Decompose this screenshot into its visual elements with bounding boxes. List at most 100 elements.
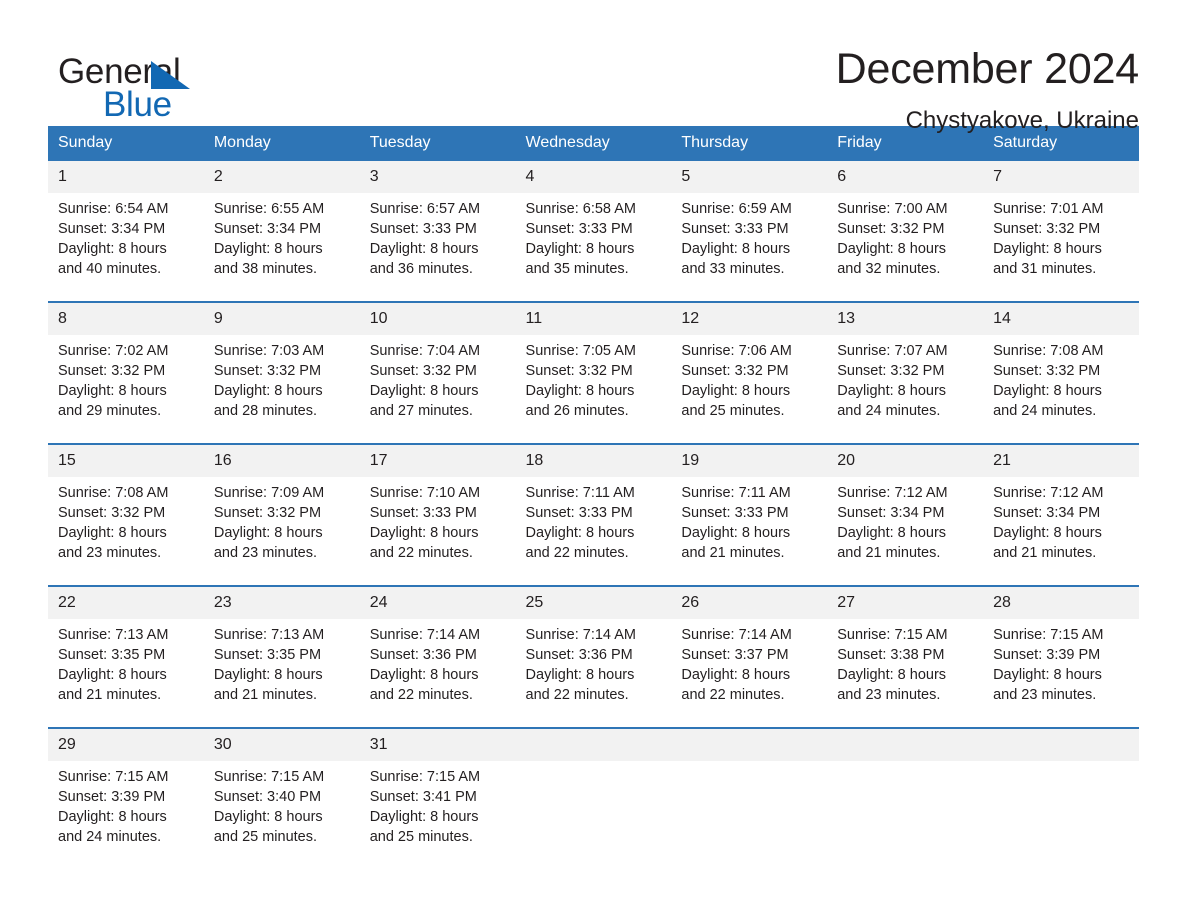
day-details: Sunrise: 7:13 AM Sunset: 3:35 PM Dayligh… bbox=[48, 619, 204, 715]
sunrise-text: Sunrise: 7:00 AM bbox=[837, 201, 948, 217]
weekday-header-sunday: Sunday bbox=[48, 126, 204, 161]
day-details bbox=[983, 761, 1139, 777]
day-cell[interactable]: 1 Sunrise: 6:54 AM Sunset: 3:34 PM Dayli… bbox=[48, 161, 204, 289]
daylight-text-line2: and 25 minutes. bbox=[369, 829, 473, 845]
daylight-text-line2: and 24 minutes. bbox=[837, 403, 941, 419]
daylight-text-line2: and 31 minutes. bbox=[993, 261, 1097, 277]
day-number: 3 bbox=[359, 161, 516, 193]
day-cell[interactable]: 19 Sunrise: 7:11 AM Sunset: 3:33 PM Dayl… bbox=[671, 443, 828, 573]
day-number: 24 bbox=[359, 587, 516, 619]
day-details bbox=[671, 761, 827, 777]
day-cell[interactable]: 16 Sunrise: 7:09 AM Sunset: 3:32 PM Dayl… bbox=[203, 443, 360, 573]
sunrise-text: Sunrise: 7:13 AM bbox=[58, 627, 169, 643]
day-cell[interactable]: 28 Sunrise: 7:15 AM Sunset: 3:39 PM Dayl… bbox=[983, 585, 1139, 715]
day-number: 4 bbox=[515, 161, 672, 193]
daylight-text-line2: and 22 minutes. bbox=[369, 545, 473, 561]
sunrise-text: Sunrise: 7:11 AM bbox=[525, 485, 635, 501]
day-details: Sunrise: 6:58 AM Sunset: 3:33 PM Dayligh… bbox=[516, 193, 672, 289]
day-cell[interactable]: 25 Sunrise: 7:14 AM Sunset: 3:36 PM Dayl… bbox=[515, 585, 672, 715]
day-cell[interactable]: 2 Sunrise: 6:55 AM Sunset: 3:34 PM Dayli… bbox=[203, 161, 360, 289]
sunrise-text: Sunrise: 6:58 AM bbox=[525, 201, 636, 217]
daylight-text-line2: and 25 minutes. bbox=[213, 829, 318, 845]
sunset-text: Sunset: 3:36 PM bbox=[369, 647, 477, 663]
daylight-text-line2: and 21 minutes. bbox=[58, 687, 162, 703]
day-cell[interactable]: 4 Sunrise: 6:58 AM Sunset: 3:33 PM Dayli… bbox=[515, 161, 672, 289]
sunset-text: Sunset: 3:32 PM bbox=[681, 363, 789, 379]
weekday-header-thursday: Thursday bbox=[671, 126, 828, 161]
week-row: 22 Sunrise: 7:13 AM Sunset: 3:35 PM Dayl… bbox=[48, 585, 1139, 715]
sunset-text: Sunset: 3:32 PM bbox=[369, 363, 477, 379]
day-cell[interactable]: 30 Sunrise: 7:15 AM Sunset: 3:40 PM Dayl… bbox=[203, 727, 360, 857]
day-cell[interactable]: 29 Sunrise: 7:15 AM Sunset: 3:39 PM Dayl… bbox=[48, 727, 204, 857]
day-number: 10 bbox=[359, 303, 516, 335]
day-details: Sunrise: 7:09 AM Sunset: 3:32 PM Dayligh… bbox=[204, 477, 360, 573]
day-cell[interactable]: 9 Sunrise: 7:03 AM Sunset: 3:32 PM Dayli… bbox=[203, 301, 360, 431]
daylight-text-line2: and 35 minutes. bbox=[525, 261, 629, 277]
sunrise-text: Sunrise: 7:15 AM bbox=[58, 769, 169, 785]
sunrise-text: Sunrise: 7:08 AM bbox=[993, 343, 1104, 359]
day-cell[interactable]: 23 Sunrise: 7:13 AM Sunset: 3:35 PM Dayl… bbox=[203, 585, 360, 715]
day-cell[interactable]: 8 Sunrise: 7:02 AM Sunset: 3:32 PM Dayli… bbox=[48, 301, 204, 431]
sunrise-text: Sunrise: 7:06 AM bbox=[681, 343, 792, 359]
day-cell[interactable]: 31 Sunrise: 7:15 AM Sunset: 3:41 PM Dayl… bbox=[359, 727, 516, 857]
sunrise-text: Sunrise: 6:55 AM bbox=[213, 201, 325, 217]
day-cell[interactable]: 7 Sunrise: 7:01 AM Sunset: 3:32 PM Dayli… bbox=[983, 161, 1139, 289]
day-number: 28 bbox=[983, 587, 1139, 619]
generalblue-logo[interactable]: General Blue bbox=[58, 44, 218, 122]
sunrise-text: Sunrise: 7:07 AM bbox=[837, 343, 948, 359]
daylight-text-line1: Daylight: 8 hours bbox=[213, 383, 323, 399]
daylight-text-line1: Daylight: 8 hours bbox=[213, 241, 323, 257]
day-cell[interactable]: 10 Sunrise: 7:04 AM Sunset: 3:32 PM Dayl… bbox=[359, 301, 516, 431]
day-details: Sunrise: 7:13 AM Sunset: 3:35 PM Dayligh… bbox=[204, 619, 360, 715]
day-cell[interactable]: 14 Sunrise: 7:08 AM Sunset: 3:32 PM Dayl… bbox=[983, 301, 1139, 431]
sunset-text: Sunset: 3:41 PM bbox=[369, 789, 477, 805]
day-cell[interactable]: 12 Sunrise: 7:06 AM Sunset: 3:32 PM Dayl… bbox=[671, 301, 828, 431]
sunrise-text: Sunrise: 6:59 AM bbox=[681, 201, 792, 217]
day-cell[interactable]: 11 Sunrise: 7:05 AM Sunset: 3:32 PM Dayl… bbox=[515, 301, 672, 431]
sunset-text: Sunset: 3:33 PM bbox=[681, 221, 789, 237]
sunset-text: Sunset: 3:32 PM bbox=[58, 505, 166, 521]
logo-text-blue: Blue bbox=[103, 85, 172, 124]
day-number: 22 bbox=[48, 587, 204, 619]
day-details: Sunrise: 7:03 AM Sunset: 3:32 PM Dayligh… bbox=[204, 335, 360, 431]
day-cell[interactable]: 22 Sunrise: 7:13 AM Sunset: 3:35 PM Dayl… bbox=[48, 585, 204, 715]
day-number: 1 bbox=[48, 161, 204, 193]
day-details: Sunrise: 7:15 AM Sunset: 3:38 PM Dayligh… bbox=[827, 619, 983, 715]
day-details: Sunrise: 7:00 AM Sunset: 3:32 PM Dayligh… bbox=[827, 193, 983, 289]
day-cell[interactable]: 24 Sunrise: 7:14 AM Sunset: 3:36 PM Dayl… bbox=[359, 585, 516, 715]
day-cell[interactable]: 6 Sunrise: 7:00 AM Sunset: 3:32 PM Dayli… bbox=[827, 161, 984, 289]
day-cell[interactable]: 20 Sunrise: 7:12 AM Sunset: 3:34 PM Dayl… bbox=[827, 443, 984, 573]
day-cell[interactable]: 21 Sunrise: 7:12 AM Sunset: 3:34 PM Dayl… bbox=[983, 443, 1139, 573]
day-cell[interactable]: 5 Sunrise: 6:59 AM Sunset: 3:33 PM Dayli… bbox=[671, 161, 828, 289]
daylight-text-line2: and 28 minutes. bbox=[213, 403, 318, 419]
title-block: December 2024 Chystyakove, Ukraine bbox=[836, 44, 1140, 136]
day-details: Sunrise: 7:11 AM Sunset: 3:33 PM Dayligh… bbox=[516, 477, 672, 573]
calendar-body: 1 Sunrise: 6:54 AM Sunset: 3:34 PM Dayli… bbox=[48, 161, 1139, 857]
day-number bbox=[983, 729, 1139, 761]
day-cell[interactable]: 27 Sunrise: 7:15 AM Sunset: 3:38 PM Dayl… bbox=[827, 585, 984, 715]
day-cell[interactable]: 18 Sunrise: 7:11 AM Sunset: 3:33 PM Dayl… bbox=[515, 443, 672, 573]
day-details: Sunrise: 7:07 AM Sunset: 3:32 PM Dayligh… bbox=[827, 335, 983, 431]
day-details: Sunrise: 7:15 AM Sunset: 3:39 PM Dayligh… bbox=[48, 761, 204, 857]
daylight-text-line2: and 33 minutes. bbox=[681, 261, 785, 277]
day-details: Sunrise: 6:59 AM Sunset: 3:33 PM Dayligh… bbox=[671, 193, 827, 289]
day-cell-empty bbox=[515, 727, 672, 857]
day-details: Sunrise: 6:55 AM Sunset: 3:34 PM Dayligh… bbox=[204, 193, 360, 289]
day-cell[interactable]: 3 Sunrise: 6:57 AM Sunset: 3:33 PM Dayli… bbox=[359, 161, 516, 289]
day-details: Sunrise: 7:02 AM Sunset: 3:32 PM Dayligh… bbox=[48, 335, 204, 431]
sunset-text: Sunset: 3:32 PM bbox=[837, 363, 945, 379]
daylight-text-line1: Daylight: 8 hours bbox=[213, 525, 323, 541]
day-cell[interactable]: 15 Sunrise: 7:08 AM Sunset: 3:32 PM Dayl… bbox=[48, 443, 204, 573]
day-cell[interactable]: 13 Sunrise: 7:07 AM Sunset: 3:32 PM Dayl… bbox=[827, 301, 984, 431]
day-cell[interactable]: 26 Sunrise: 7:14 AM Sunset: 3:37 PM Dayl… bbox=[671, 585, 828, 715]
daylight-text-line2: and 24 minutes. bbox=[993, 403, 1097, 419]
daylight-text-line1: Daylight: 8 hours bbox=[681, 383, 791, 399]
day-number: 27 bbox=[827, 587, 984, 619]
day-details bbox=[827, 761, 983, 777]
day-details: Sunrise: 7:15 AM Sunset: 3:41 PM Dayligh… bbox=[360, 761, 516, 857]
day-number: 26 bbox=[671, 587, 828, 619]
day-cell[interactable]: 17 Sunrise: 7:10 AM Sunset: 3:33 PM Dayl… bbox=[359, 443, 516, 573]
daylight-text-line2: and 23 minutes. bbox=[213, 545, 318, 561]
day-details: Sunrise: 7:11 AM Sunset: 3:33 PM Dayligh… bbox=[671, 477, 827, 573]
daylight-text-line1: Daylight: 8 hours bbox=[369, 383, 479, 399]
